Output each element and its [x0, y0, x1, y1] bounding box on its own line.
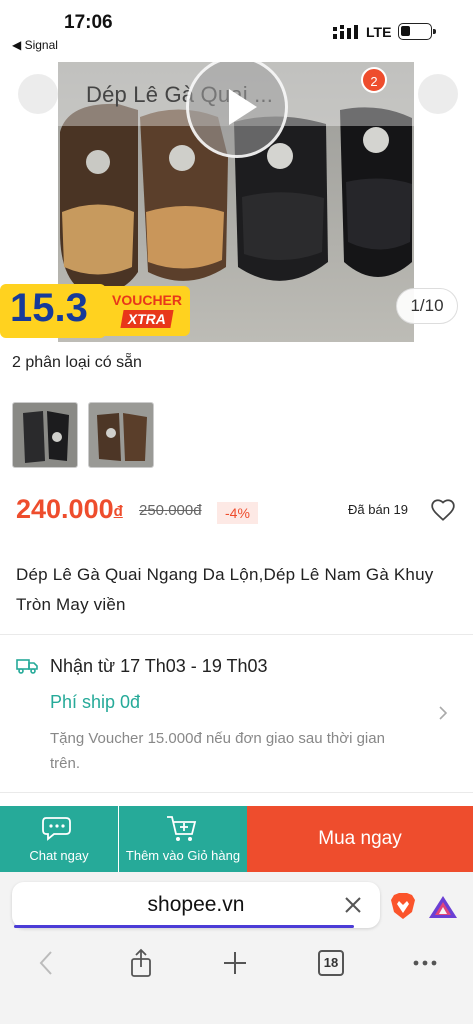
- chat-icon: [42, 817, 71, 841]
- original-price: 250.000đ: [139, 502, 202, 519]
- variant-thumbnail-black[interactable]: [12, 402, 78, 468]
- voucher-xtra-badge: 15.3 VOUCHER XTRA: [0, 282, 190, 340]
- product-image-carousel[interactable]: Dép Lê Gà Quai ... 2 15.3 VOUCHER XTRA 1…: [0, 62, 473, 344]
- play-video-button[interactable]: [186, 62, 288, 158]
- close-icon[interactable]: [342, 894, 364, 916]
- share-icon[interactable]: [126, 948, 156, 978]
- url-text[interactable]: shopee.vn: [12, 893, 380, 917]
- chat-now-button[interactable]: Chat ngay: [0, 806, 118, 872]
- chevron-right-icon: [439, 706, 448, 720]
- tab-switcher-button[interactable]: 18: [318, 950, 344, 976]
- cart-count-badge[interactable]: 2: [361, 67, 387, 93]
- sold-count: Đã bán 19: [348, 502, 408, 517]
- back-button[interactable]: [18, 74, 58, 114]
- back-to-app-link[interactable]: ◀ Signal: [12, 38, 58, 52]
- browser-toolbar: shopee.vn 18: [0, 872, 473, 1024]
- shipping-fee: Phí ship 0đ: [50, 692, 141, 712]
- product-title: Dép Lê Gà Quai Ngang Da Lộn,Dép Lê Nam G…: [16, 565, 434, 614]
- add-to-cart-icon: [167, 816, 197, 841]
- status-bar: 17:06 ◀ Signal LTE: [0, 0, 473, 62]
- chat-now-label: Chat ngay: [29, 848, 89, 863]
- more-menu-icon[interactable]: [410, 948, 440, 978]
- more-options-button[interactable]: [418, 74, 458, 114]
- divider: [0, 634, 473, 635]
- status-time: 17:06: [64, 12, 113, 33]
- image-position-indicator: 1/10: [396, 288, 458, 324]
- shipping-voucher-note: Tặng Voucher 15.000đ nếu đơn giao sau th…: [50, 730, 385, 772]
- brave-shield-icon[interactable]: [390, 892, 416, 920]
- current-price: 240.000đ: [16, 494, 123, 524]
- network-type: LTE: [366, 24, 392, 40]
- address-bar[interactable]: shopee.vn: [12, 882, 380, 928]
- play-icon: [229, 89, 257, 125]
- heart-icon[interactable]: [430, 497, 456, 523]
- bottom-action-bar: Chat ngay Thêm vào Giỏ hàng Mua ngay: [0, 806, 473, 872]
- delivery-estimate: Nhận từ 17 Th03 - 19 Th03: [50, 656, 268, 676]
- back-arrow-icon[interactable]: [32, 948, 62, 978]
- voucher-date: 15.3: [10, 286, 88, 330]
- cellular-signal-icon: [333, 25, 358, 39]
- voucher-xtra-tag: XTRA: [120, 310, 174, 328]
- variant-thumbnail-brown[interactable]: [88, 402, 154, 468]
- buy-now-button[interactable]: Mua ngay: [247, 806, 473, 872]
- voucher-label: VOUCHER: [112, 292, 183, 308]
- battery-icon: [398, 23, 436, 40]
- variants-label: 2 phân loại có sẵn: [12, 354, 142, 371]
- truck-icon: [16, 659, 38, 674]
- discount-badge: -4%: [217, 502, 258, 524]
- new-tab-plus-icon[interactable]: [220, 948, 250, 978]
- brave-rewards-icon[interactable]: [428, 894, 458, 920]
- add-to-cart-label: Thêm vào Giỏ hàng: [125, 848, 241, 863]
- add-to-cart-button[interactable]: Thêm vào Giỏ hàng: [119, 806, 247, 872]
- divider: [0, 792, 473, 793]
- page-load-progress: [14, 925, 354, 928]
